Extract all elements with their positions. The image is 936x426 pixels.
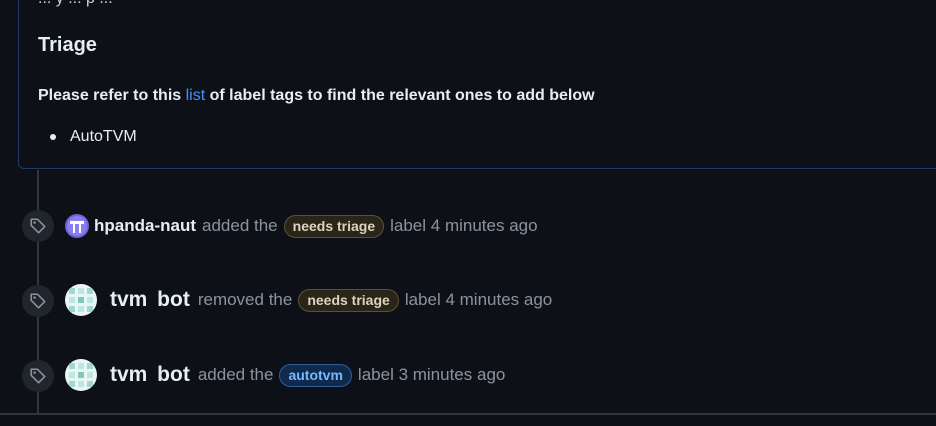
list-item: AutoTVM <box>50 128 137 146</box>
paragraph-text-before: Please refer to this <box>38 87 186 104</box>
triage-heading: Triage <box>38 34 97 56</box>
event-action: added the <box>202 216 278 235</box>
timeline-event: hpanda-naut added the needs triage label… <box>94 214 538 238</box>
triage-paragraph: Please refer to this list of label tags … <box>38 87 595 105</box>
event-action: added the <box>197 365 274 384</box>
section-divider <box>0 413 936 415</box>
label-needs-triage[interactable]: needs triage <box>298 288 399 312</box>
comment-body <box>18 0 936 169</box>
issue-timeline-page: ... y ... p ... Triage Please refer to t… <box>0 0 936 426</box>
truncated-text: ... y ... p ... <box>38 0 113 8</box>
bullet-dot <box>50 134 56 140</box>
event-suffix: label 4 minutes ago <box>404 290 553 309</box>
event-suffix: label 4 minutes ago <box>390 216 538 235</box>
bullet-text: AutoTVM <box>70 128 137 145</box>
event-suffix: label 3 minutes ago <box>357 365 506 384</box>
tag-icon <box>22 360 54 392</box>
actor-link[interactable]: tvm bot <box>110 363 190 387</box>
label-autotvm[interactable]: autotvm <box>279 363 352 387</box>
tag-icon <box>22 210 54 242</box>
avatar-tvm-bot[interactable] <box>65 284 97 316</box>
label-list-link[interactable]: list <box>186 87 206 104</box>
label-needs-triage[interactable]: needs triage <box>283 214 385 238</box>
tag-icon <box>22 285 54 317</box>
paragraph-text-after: of label tags to find the relevant ones … <box>205 87 595 104</box>
avatar-hpanda-naut[interactable] <box>65 214 89 238</box>
triage-bullet-list: AutoTVM <box>50 128 137 146</box>
actor-link[interactable]: hpanda-naut <box>94 216 196 236</box>
avatar-tvm-bot[interactable] <box>65 359 97 391</box>
actor-link[interactable]: tvm bot <box>110 288 190 312</box>
event-action: removed the <box>197 290 293 309</box>
timeline-event: tvm bot removed the needs triage label 4… <box>110 286 552 314</box>
timeline-event: tvm bot added the autotvm label 3 minute… <box>110 361 505 389</box>
